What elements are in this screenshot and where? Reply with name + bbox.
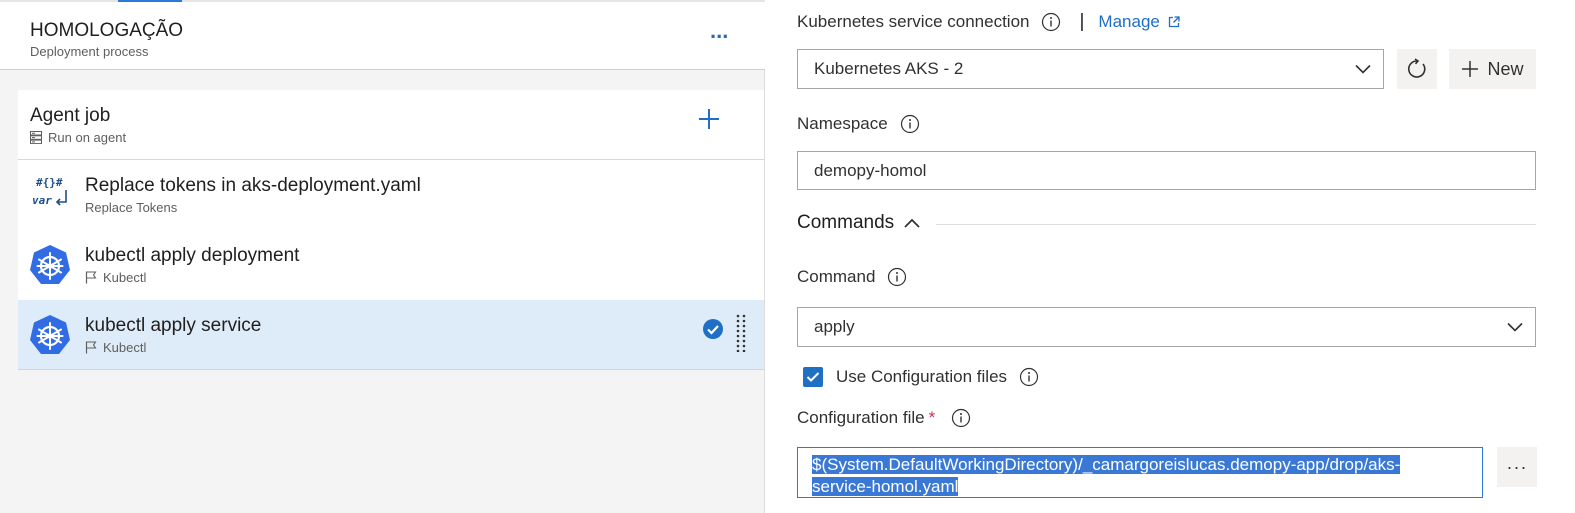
left-panel: HOMOLOGAÇÃO Deployment process ... Agent… — [0, 0, 765, 513]
agent-job-row[interactable]: Agent job Run on agent — [18, 90, 764, 160]
replace-tokens-icon-top: #{}# — [36, 176, 63, 189]
task-subtitle: Kubectl — [103, 340, 147, 355]
namespace-label: Namespace — [797, 114, 888, 133]
add-icon — [1462, 61, 1479, 77]
kubernetes-icon — [30, 245, 70, 284]
separator: | — [1079, 11, 1085, 32]
agent-job-subtitle: Run on agent — [48, 130, 127, 145]
stage-title: HOMOLOGAÇÃO — [30, 20, 184, 41]
flag-icon — [85, 271, 97, 284]
task-title: kubectl apply deployment — [85, 245, 300, 266]
external-link-icon — [1168, 16, 1180, 28]
enabled-check-icon — [703, 319, 723, 339]
replace-tokens-icon-bottom: var — [32, 194, 52, 207]
chevron-up-icon — [904, 218, 920, 228]
kubernetes-icon — [30, 315, 70, 354]
task-row-replace-tokens[interactable]: #{}# var Replace tokens in aks-deploymen… — [18, 160, 764, 230]
info-icon[interactable] — [887, 267, 907, 287]
stage-subtitle: Deployment process — [30, 44, 149, 59]
server-icon — [30, 131, 42, 144]
info-icon[interactable] — [951, 408, 971, 428]
replace-tokens-icon: #{}# var — [32, 176, 67, 207]
task-row-kubectl-apply-service[interactable]: kubectl apply service Kubectl — [18, 300, 764, 370]
agent-job-title: Agent job — [30, 105, 111, 126]
refresh-button[interactable] — [1397, 49, 1437, 89]
k8s-connection-label: Kubernetes service connection — [797, 12, 1030, 31]
drag-handle-icon[interactable] — [736, 314, 746, 352]
new-button-label: New — [1487, 58, 1524, 79]
use-config-files-checkbox[interactable] — [803, 367, 823, 387]
manage-link-label: Manage — [1098, 12, 1160, 31]
commands-section-header[interactable]: Commands — [797, 212, 921, 234]
info-icon[interactable] — [1019, 367, 1039, 387]
new-connection-button[interactable]: New — [1449, 49, 1536, 89]
flag-icon — [85, 341, 97, 354]
browse-file-button[interactable]: ··· — [1497, 447, 1537, 487]
namespace-value: demopy-homol — [814, 160, 927, 180]
config-file-input[interactable]: $(System.DefaultWorkingDirectory)/_camar… — [797, 447, 1483, 498]
chevron-down-icon — [1355, 64, 1371, 74]
required-marker: * — [928, 408, 936, 427]
task-title: kubectl apply service — [85, 315, 262, 336]
command-label-row: Command — [797, 266, 907, 288]
checkmark-icon — [806, 372, 820, 382]
config-file-label: Configuration file — [797, 408, 925, 427]
command-select[interactable]: apply — [797, 307, 1536, 347]
config-file-value-line1: $(System.DefaultWorkingDirectory)/_camar… — [812, 455, 1401, 474]
add-task-icon[interactable] — [694, 104, 724, 134]
info-icon[interactable] — [1041, 12, 1061, 32]
k8s-connection-select[interactable]: Kubernetes AKS - 2 — [797, 49, 1384, 89]
task-subtitle: Replace Tokens — [85, 200, 178, 215]
task-settings-panel: Kubernetes service connection | Manage K… — [766, 0, 1575, 513]
config-file-label-row: Configuration file * — [797, 407, 971, 429]
command-label: Command — [797, 267, 876, 286]
job-list: Agent job Run on agent #{}# var Replace … — [18, 90, 764, 370]
info-icon[interactable] — [900, 114, 920, 134]
more-actions-button[interactable]: ... — [710, 18, 728, 44]
task-title: Replace tokens in aks-deployment.yaml — [85, 175, 421, 196]
chevron-down-icon — [1507, 322, 1523, 332]
namespace-label-row: Namespace — [797, 113, 920, 135]
task-subtitle-row: Kubectl — [85, 340, 146, 355]
section-divider — [936, 224, 1536, 225]
k8s-connection-label-row: Kubernetes service connection | Manage — [797, 11, 1180, 33]
refresh-icon — [1407, 58, 1426, 78]
k8s-connection-value: Kubernetes AKS - 2 — [814, 59, 964, 78]
use-config-files-row: Use Configuration files — [803, 366, 1039, 388]
commands-section-label: Commands — [797, 212, 895, 233]
task-subtitle-row: Kubectl — [85, 270, 146, 285]
task-subtitle: Kubectl — [103, 270, 147, 285]
namespace-input[interactable]: demopy-homol — [797, 151, 1536, 190]
use-config-files-label: Use Configuration files — [836, 367, 1008, 386]
browse-button-label: ··· — [1506, 456, 1528, 477]
stage-header[interactable]: HOMOLOGAÇÃO Deployment process ... — [0, 2, 765, 70]
command-value: apply — [814, 317, 855, 336]
manage-link[interactable]: Manage — [1098, 12, 1180, 32]
config-file-value-line2: service-homol.yaml — [812, 477, 959, 496]
agent-job-subtitle-row: Run on agent — [30, 130, 126, 145]
task-subtitle-row: Replace Tokens — [85, 200, 177, 215]
task-row-kubectl-apply-deployment[interactable]: kubectl apply deployment Kubectl — [18, 230, 764, 300]
